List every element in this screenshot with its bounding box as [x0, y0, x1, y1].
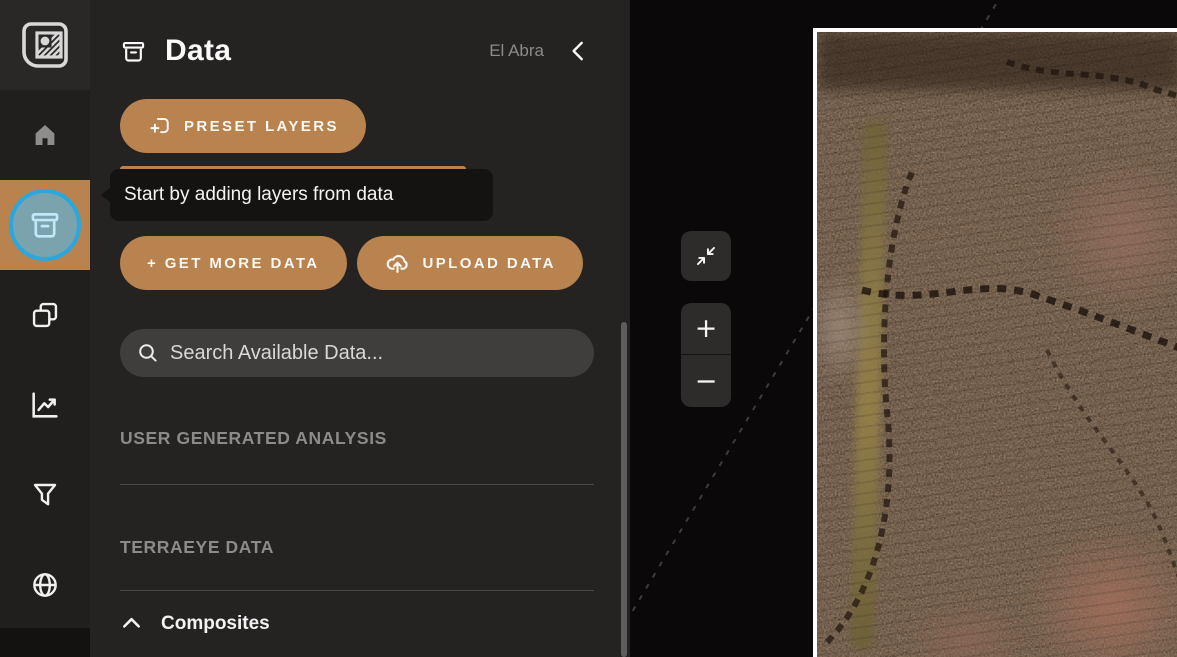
map-controls: + − — [681, 231, 731, 407]
sidebar-bottom-section — [0, 628, 90, 657]
archive-icon — [31, 213, 59, 238]
sidebar-item-analytics[interactable] — [0, 360, 90, 450]
panel-scrollbar[interactable] — [621, 322, 627, 657]
upload-data-label: UPLOAD DATA — [422, 254, 556, 272]
get-more-data-button[interactable]: + GET MORE DATA — [120, 236, 347, 290]
app-window: Data El Abra PRESET LAYERS Start by addi… — [0, 0, 1177, 657]
section-terraeye-data: TERRAEYE DATA — [120, 537, 274, 557]
data-actions-row: + GET MORE DATA UPLOAD DATA — [120, 236, 594, 290]
sidebar-item-filter[interactable] — [0, 450, 90, 540]
search-input[interactable] — [170, 341, 578, 365]
preset-layers-button[interactable]: PRESET LAYERS — [120, 99, 366, 153]
zoom-out-button[interactable]: − — [681, 355, 731, 407]
get-more-data-label: + GET MORE DATA — [147, 254, 320, 272]
home-icon — [35, 125, 55, 145]
sidebar-item-projects[interactable] — [0, 270, 90, 360]
onboarding-tooltip: Start by adding layers from data — [110, 169, 493, 221]
satellite-image-tile — [813, 28, 1177, 657]
active-item-highlight — [9, 189, 81, 261]
sidebar-item-data[interactable] — [0, 180, 90, 270]
page-title: Data — [165, 34, 232, 67]
chart-icon — [32, 392, 58, 418]
panel-header: Data El Abra — [120, 30, 594, 72]
funnel-icon — [33, 483, 57, 506]
cloud-upload-icon — [386, 254, 408, 273]
data-panel: Data El Abra PRESET LAYERS Start by addi… — [90, 0, 630, 657]
preset-layers-label: PRESET LAYERS — [184, 117, 339, 135]
search-icon — [139, 344, 157, 362]
compress-icon — [697, 247, 715, 265]
divider — [120, 484, 594, 485]
chevron-left-icon — [572, 41, 583, 61]
composites-group-label: Composites — [161, 612, 270, 634]
upload-data-button[interactable]: UPLOAD DATA — [356, 236, 583, 290]
layers-icon — [32, 302, 58, 328]
add-layer-icon — [150, 117, 169, 133]
map-canvas[interactable]: + − — [630, 0, 1177, 657]
collapse-panel-button[interactable] — [566, 37, 592, 65]
area-label: El Abra — [489, 41, 544, 60]
search-bar[interactable] — [120, 329, 594, 377]
composites-group-toggle[interactable]: Composites — [120, 612, 594, 635]
chevron-up-icon — [123, 617, 140, 628]
sidebar-item-home[interactable] — [0, 90, 90, 180]
archive-icon — [122, 41, 145, 62]
divider — [120, 590, 594, 591]
terrain-ridges — [817, 32, 1177, 657]
app-logo[interactable] — [0, 0, 90, 90]
tooltip-text: Start by adding layers from data — [124, 184, 394, 205]
terraeye-logo-icon — [22, 22, 68, 68]
sidebar — [0, 0, 90, 657]
section-user-generated-analysis: USER GENERATED ANALYSIS — [120, 428, 387, 448]
zoom-controls: + − — [681, 303, 731, 407]
sidebar-item-globe[interactable] — [0, 540, 90, 630]
zoom-in-button[interactable]: + — [681, 303, 731, 355]
globe-icon — [33, 573, 57, 597]
collapse-map-button[interactable] — [681, 231, 731, 281]
